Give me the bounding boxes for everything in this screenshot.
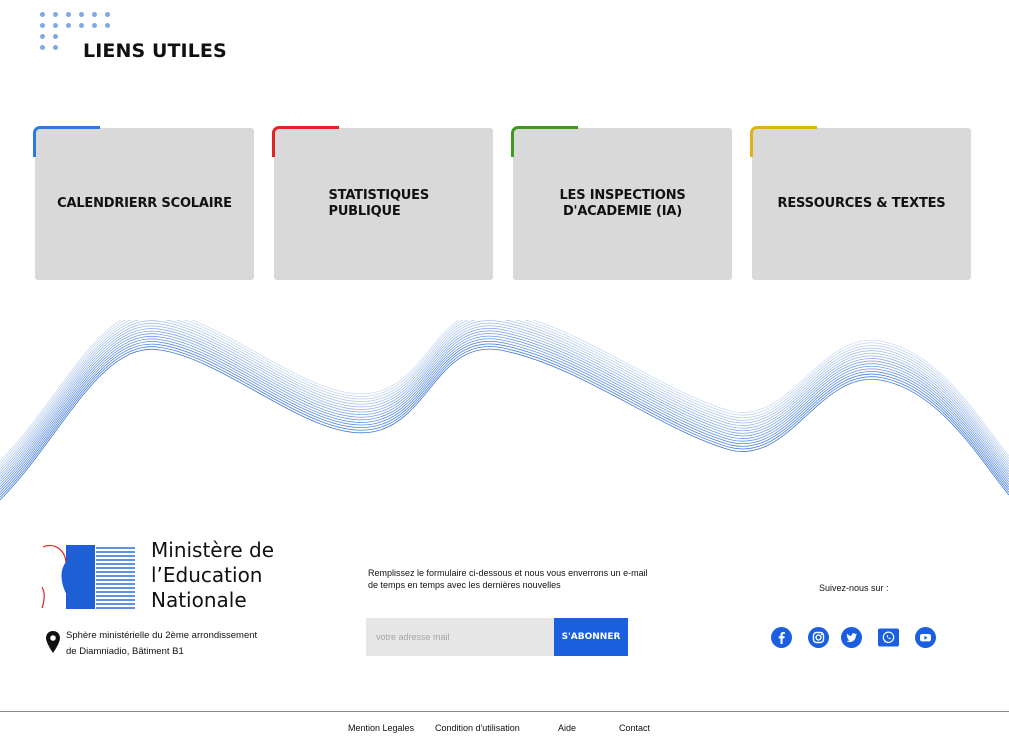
footer-link-legal-mentions[interactable]: Mention Legales (348, 723, 414, 733)
address: Sphère ministérielle du 2ème arrondissem… (66, 628, 257, 660)
card-academy-inspections[interactable]: LES INSPECTIONS D'ACADEMIE (IA) (511, 126, 732, 280)
section-title: LIENS UTILES (83, 40, 227, 62)
footer-link-contact[interactable]: Contact (619, 723, 650, 733)
newsletter-text: Remplissez le formulaire ci-dessous et n… (368, 568, 648, 590)
address-line: de Diamniadio, Bâtiment B1 (66, 646, 184, 657)
card-school-calendar[interactable]: CALENDRIERR SCOLAIRE (33, 126, 254, 280)
card-resources-texts[interactable]: RESSOURCES & TEXTES (750, 126, 971, 280)
decorative-waves (0, 320, 1009, 501)
card-accent (750, 126, 817, 157)
card-accent (33, 126, 100, 157)
card-public-statistics[interactable]: STATISTIQUES PUBLIQUE (272, 126, 493, 280)
footer-link-help[interactable]: Aide (558, 723, 576, 733)
card-accent (511, 126, 578, 157)
footer-link-terms-of-use[interactable]: Condition d'utilisation (435, 723, 520, 733)
facebook-icon[interactable] (771, 627, 792, 648)
ministry-name: Ministère de l’Education Nationale (151, 538, 274, 613)
youtube-icon[interactable] (915, 627, 936, 648)
card-accent (272, 126, 339, 157)
location-pin-icon (46, 631, 60, 653)
instagram-icon[interactable] (808, 627, 829, 648)
footer-divider (0, 711, 1009, 712)
ministry-name-line: l’Education (151, 563, 263, 587)
subscribe-button[interactable]: S'ABONNER (554, 618, 628, 656)
email-field[interactable] (366, 618, 554, 656)
ministry-logo-icon (41, 544, 135, 609)
follow-us-label: Suivez-nous sur : (819, 583, 889, 593)
address-line: Sphère ministérielle du 2ème arrondissem… (66, 630, 258, 641)
card-label: STATISTIQUES PUBLIQUE (328, 188, 430, 219)
whatsapp-icon[interactable] (878, 627, 899, 648)
card-label: RESSOURCES & TEXTES (777, 196, 946, 211)
ministry-name-line: Ministère de (151, 538, 275, 562)
ministry-name-line: Nationale (151, 588, 247, 612)
card-label: LES INSPECTIONS D'ACADEMIE (IA) (559, 188, 686, 219)
twitter-icon[interactable] (841, 627, 862, 648)
card-label: CALENDRIERR SCOLAIRE (57, 196, 232, 211)
